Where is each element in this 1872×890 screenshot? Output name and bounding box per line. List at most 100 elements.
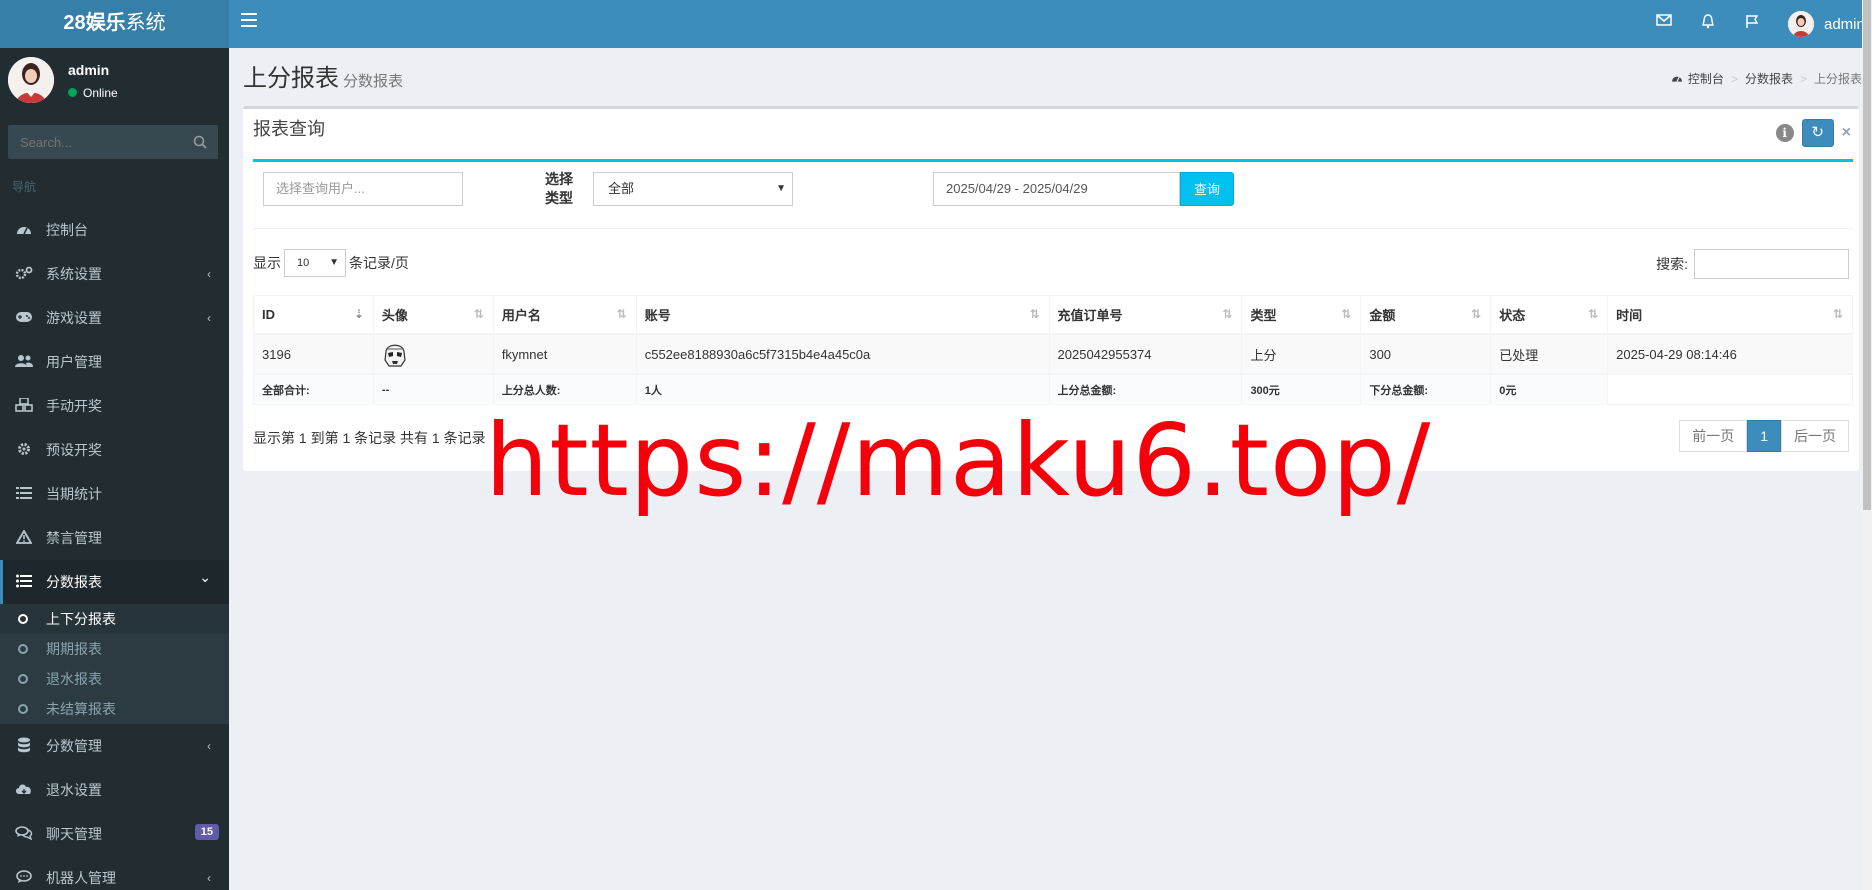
sidebar-item-rebate-settings[interactable]: 退水设置 — [0, 768, 229, 812]
dashboard-icon — [14, 222, 34, 239]
refresh-button[interactable]: ↻ — [1801, 119, 1834, 147]
sidebar-item-score-management[interactable]: 分数管理 ‹ — [0, 724, 229, 768]
column-header[interactable]: 用户名 ⇅ — [492, 295, 637, 335]
circle-icon — [18, 674, 28, 684]
sidebar-subitem-updown-report[interactable]: 上下分报表 — [0, 604, 229, 634]
prev-page-button[interactable]: 前一页 — [1679, 420, 1748, 452]
flag-icon[interactable] — [1742, 13, 1762, 33]
sort-icon: ⇅ — [1222, 307, 1233, 321]
sidebar-item-dashboard[interactable]: 控制台 — [0, 208, 229, 252]
warning-icon — [14, 528, 34, 547]
type-select[interactable]: 全部 ▼ — [593, 172, 793, 206]
table-row: 3196 fkymnet c552ee8188930a6c5f7315b4e4a… — [253, 333, 1853, 375]
sidebar-item-chat-management[interactable]: 聊天管理 15 — [0, 812, 229, 856]
breadcrumb: 控制台 > 分数报表 > 上分报表 — [1671, 70, 1862, 87]
cell-account: c552ee8188930a6c5f7315b4e4a45c0a — [635, 333, 1050, 375]
gamepad-icon — [14, 310, 34, 326]
column-header[interactable]: ID ⇣ — [253, 295, 374, 335]
chevron-left-icon: ‹ — [207, 311, 211, 325]
column-header[interactable]: 头像 ⇅ — [372, 295, 494, 335]
page-button-current[interactable]: 1 — [1747, 420, 1781, 452]
page-scrollbar[interactable] — [1862, 0, 1872, 890]
breadcrumb-item[interactable]: 分数报表 — [1745, 70, 1793, 87]
sort-icon: ⇅ — [1588, 307, 1599, 321]
cell-status: 已处理 — [1490, 333, 1609, 375]
sort-icon: ⇅ — [1471, 307, 1482, 321]
sort-asc-icon: ⇣ — [353, 307, 364, 321]
envelope-icon[interactable] — [1654, 13, 1674, 33]
box-tools: i ↻ × — [1775, 119, 1851, 147]
list-icon — [14, 486, 34, 503]
cell-time: 2025-04-29 08:14:46 — [1607, 333, 1853, 375]
table-search: 搜索: — [1656, 249, 1849, 279]
user-avatar — [1788, 11, 1814, 37]
box-title: 报表查询 — [253, 119, 325, 139]
bell-icon[interactable] — [1698, 13, 1718, 33]
circle-icon — [18, 614, 28, 624]
column-header[interactable]: 类型 ⇅ — [1241, 295, 1362, 335]
sidebar-item-game-settings[interactable]: 游戏设置 ‹ — [0, 296, 229, 340]
user-menu[interactable]: admin — [1788, 10, 1865, 38]
chevron-down-icon: ▼ — [776, 183, 786, 194]
next-page-button[interactable]: 后一页 — [1781, 420, 1849, 452]
report-table: ID ⇣ 头像 ⇅ 用户名 ⇅ 账号 ⇅ 充值订单号 ⇅ 类型 ⇅ 金额 ⇅ 状态 ⇅ 时间 ⇅ … — [253, 295, 1853, 405]
comments-icon — [14, 825, 34, 843]
breadcrumb-item[interactable]: 控制台 — [1688, 70, 1724, 87]
sidebar-subitem-unsettled-report[interactable]: 未结算报表 — [0, 694, 229, 724]
column-header[interactable]: 状态 ⇅ — [1490, 295, 1609, 335]
circle-icon — [18, 704, 28, 714]
column-header[interactable]: 时间 ⇅ — [1607, 295, 1853, 335]
sidebar-item-manual-draw[interactable]: 手动开奖 — [0, 384, 229, 428]
sidebar-item-system-settings[interactable]: 系统设置 ‹ — [0, 252, 229, 296]
sidebar-subitem-period-report[interactable]: 期期报表 — [0, 634, 229, 664]
sidebar-item-mute-management[interactable]: 禁言管理 — [0, 516, 229, 560]
top-username: admin — [1824, 15, 1865, 33]
app-logo[interactable]: 28娱乐系统 — [0, 0, 229, 48]
page-length-select[interactable]: 10 ▼ — [284, 249, 346, 277]
sidebar-search-input[interactable] — [8, 125, 178, 159]
sidebar-username: admin — [68, 62, 110, 78]
query-button[interactable]: 查询 — [1180, 172, 1234, 206]
sidebar: admin Online 导航 控制台 系统设置 ‹ 游戏设置 ‹ 用户管理 — [0, 48, 229, 890]
cell-amount: 300 — [1360, 333, 1492, 375]
close-icon[interactable]: × — [1842, 124, 1851, 142]
sidebar-subitem-rebate-report[interactable]: 退水报表 — [0, 664, 229, 694]
table-info: 显示第 1 到第 1 条记录 共有 1 条记录 — [253, 430, 486, 446]
sort-icon: ⇅ — [1832, 307, 1843, 321]
sidebar-item-score-report[interactable]: 分数报表 ⌄ — [0, 560, 229, 604]
type-label: 选择类型 — [545, 171, 573, 206]
sidebar-search — [8, 125, 218, 159]
scrollbar-thumb[interactable] — [1863, 0, 1871, 510]
column-header[interactable]: 金额 ⇅ — [1360, 295, 1492, 335]
cell-username: fkymnet — [492, 333, 637, 375]
footer-blank-cell — [1607, 374, 1853, 405]
table-search-input[interactable] — [1694, 249, 1849, 279]
sidebar-item-robot-management[interactable]: 机器人管理 ‹ — [0, 856, 229, 890]
up-amount-label: 上分总金额: — [1048, 374, 1243, 405]
sort-icon: ⇅ — [1029, 307, 1040, 321]
user-select-input[interactable]: 选择查询用户... — [263, 172, 463, 206]
cogs-icon — [14, 266, 34, 283]
chevron-down-icon: ⌄ — [199, 569, 211, 585]
sort-icon: ⇅ — [616, 307, 627, 321]
search-icon[interactable] — [192, 134, 208, 150]
sidebar-toggle-icon[interactable] — [241, 13, 257, 27]
sidebar-header: 导航 — [12, 180, 37, 194]
info-icon[interactable]: i — [1775, 124, 1794, 142]
chevron-left-icon: ‹ — [207, 871, 211, 885]
column-header[interactable]: 账号 ⇅ — [635, 295, 1050, 335]
online-status: Online — [68, 86, 118, 100]
column-header[interactable]: 充值订单号 ⇅ — [1048, 295, 1243, 335]
cubes-icon — [14, 396, 34, 415]
page-title: 上分报表 分数报表 — [243, 65, 404, 92]
chevron-left-icon: ‹ — [207, 267, 211, 281]
sidebar-item-user-management[interactable]: 用户管理 — [0, 340, 229, 384]
date-range-input[interactable]: 2025/04/29 - 2025/04/29 — [933, 172, 1180, 206]
cloud-icon — [14, 782, 34, 799]
breadcrumb-item-active: 上分报表 — [1813, 72, 1862, 86]
sidebar-item-preset-draw[interactable]: 预设开奖 — [0, 428, 229, 472]
chat-count-badge: 15 — [194, 824, 219, 840]
sidebar-avatar — [8, 57, 54, 103]
sidebar-item-period-stats[interactable]: 当期统计 — [0, 472, 229, 516]
total-value: -- — [372, 374, 494, 405]
